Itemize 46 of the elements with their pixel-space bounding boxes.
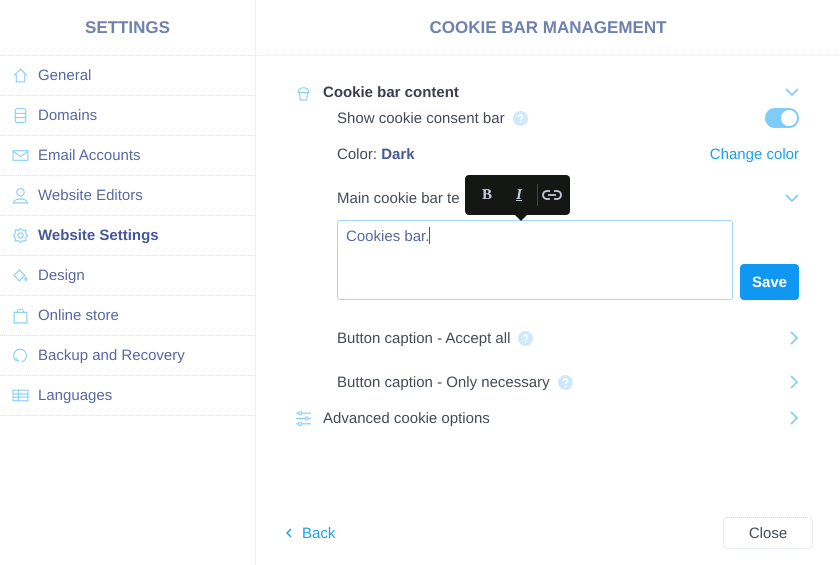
panel-title: COOKIE BAR MANAGEMENT (429, 18, 667, 38)
sidebar-item[interactable]: Backup and Recovery (0, 336, 255, 376)
shopping-bag-icon (12, 307, 29, 324)
link-icon[interactable] (542, 189, 562, 201)
chevron-right-icon[interactable] (790, 411, 799, 425)
save-button[interactable]: Save (740, 264, 799, 300)
bold-button[interactable]: B (473, 181, 501, 209)
back-link[interactable]: Back (286, 524, 336, 542)
section-title[interactable]: Advanced cookie options (323, 410, 490, 426)
chevron-down-icon[interactable] (785, 194, 799, 202)
sidebar-item[interactable]: Website Settings (0, 216, 255, 256)
sidebar-item[interactable]: Website Editors (0, 176, 255, 216)
help-icon[interactable] (558, 374, 573, 390)
sidebar-item[interactable]: Domains (0, 96, 255, 136)
sidebar-item[interactable]: Online store (0, 296, 255, 336)
setting-label: Show cookie consent bar (337, 110, 505, 126)
toggle-switch[interactable] (765, 108, 799, 128)
sidebar-item[interactable]: Design (0, 256, 255, 296)
sidebar-title: SETTINGS (84, 18, 170, 38)
section-title[interactable]: Cookie bar content (323, 84, 459, 100)
table-icon (12, 387, 29, 404)
chevron-down-icon[interactable] (785, 88, 799, 96)
change-color-link[interactable]: Change color (710, 146, 799, 162)
close-button[interactable]: Close (723, 517, 813, 549)
help-icon[interactable] (518, 330, 534, 346)
setting-label: Main cookie bar te (337, 190, 460, 206)
home-icon (12, 67, 29, 84)
setting-label: Button caption - Accept all (337, 330, 510, 346)
person-icon (12, 187, 29, 204)
gear-icon (12, 227, 29, 244)
refresh-icon (12, 347, 29, 364)
text-editor[interactable]: Cookies bar. (337, 220, 733, 300)
sliders-icon (295, 410, 312, 426)
sidebar-item[interactable]: Languages (0, 376, 255, 416)
chevron-right-icon[interactable] (790, 375, 799, 389)
help-icon[interactable] (512, 110, 528, 126)
chevron-left-icon (286, 528, 292, 538)
italic-button[interactable]: I (505, 181, 533, 209)
setting-label: Color: Dark (337, 146, 415, 162)
paint-bucket-icon (12, 267, 29, 284)
database-icon (12, 107, 29, 124)
envelope-icon (12, 147, 29, 164)
chevron-right-icon[interactable] (790, 331, 799, 345)
sidebar-item[interactable]: Email Accounts (0, 136, 255, 176)
setting-label: Button caption - Only necessary (337, 374, 550, 390)
sidebar-item[interactable]: General (0, 56, 255, 96)
